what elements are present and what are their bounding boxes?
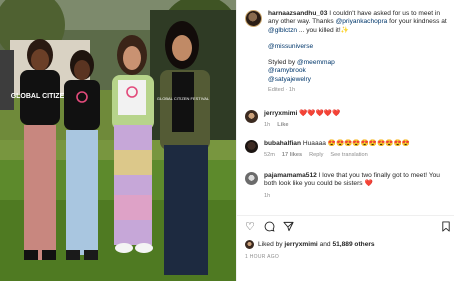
heart-outline-icon[interactable]: ♡	[245, 221, 255, 233]
likes-others-link[interactable]: 51,889 others	[332, 241, 374, 248]
comment-time: 1h	[264, 192, 271, 199]
post-caption: harnaazsandhu_03 I couldn't have asked f…	[245, 10, 451, 94]
post-photo[interactable]: GLOBAL CITIZEN GLOBAL CITIZEN FESTIVAL	[0, 0, 236, 281]
liker-username[interactable]: jerryxmimi	[284, 241, 317, 248]
comment-time: 1h	[264, 122, 271, 129]
post-photo-illustration: GLOBAL CITIZEN GLOBAL CITIZEN FESTIVAL	[0, 0, 236, 281]
divider	[237, 215, 454, 216]
mention-satyajewelry[interactable]: @satyajewelry	[268, 76, 311, 83]
mention-priyankachopra[interactable]: @priyankachopra	[336, 18, 388, 25]
mention-missuniverse[interactable]: @missuniverse	[268, 43, 313, 50]
reply-button[interactable]: Reply	[309, 151, 323, 159]
post-detail-panel: harnaazsandhu_03 I couldn't have asked f…	[236, 0, 454, 281]
tshirt-text-1: GLOBAL CITIZEN	[11, 93, 70, 100]
commenter-username[interactable]: pajamamama512	[264, 172, 317, 179]
comment-time: 52m	[264, 152, 275, 159]
caption-text: harnaazsandhu_03 I couldn't have asked f…	[268, 10, 451, 94]
comment-likes-count[interactable]: 17 likes	[282, 151, 302, 159]
post-actions-bar: ♡	[245, 221, 451, 233]
liked-by-text: Liked by jerryxmimi and 51,889 others	[258, 241, 375, 248]
bookmark-icon[interactable]	[441, 221, 451, 235]
mention-glblctzn[interactable]: @glblctzn	[268, 27, 297, 34]
liker-avatar[interactable]	[245, 240, 254, 249]
paper-plane-icon[interactable]	[283, 221, 294, 235]
comment-item: pajamamama512 I love that you two finall…	[245, 172, 451, 200]
comment-text: Huaaaa 😍😍😍😍😍😍😍😍😍😍	[302, 140, 410, 147]
comment-text: ❤️❤️❤️❤️❤️	[299, 110, 341, 117]
tshirt-text-2: GLOBAL CITIZEN FESTIVAL	[157, 96, 210, 101]
heart-emoji: ❤️	[364, 180, 373, 188]
author-username[interactable]: harnaazsandhu_03	[268, 10, 327, 17]
commenter-avatar[interactable]	[245, 140, 258, 153]
commenter-avatar[interactable]	[245, 110, 258, 123]
edited-label: Edited · 1h	[268, 87, 296, 94]
mention-meemmap[interactable]: @meemmap	[297, 59, 335, 66]
comment-like-button[interactable]: Like	[277, 121, 288, 129]
styled-by-label: Styled by	[268, 59, 297, 67]
author-avatar[interactable]	[245, 10, 262, 27]
post-timestamp[interactable]: 1 HOUR AGO	[245, 254, 279, 260]
comment-item: bubahalfian Huaaaa 😍😍😍😍😍😍😍😍😍😍 52m 17 lik…	[245, 140, 451, 160]
commenter-avatar[interactable]	[245, 172, 258, 185]
comment-icon[interactable]	[264, 221, 275, 235]
see-translation-link[interactable]: See translation	[330, 151, 367, 159]
commenter-username[interactable]: jerryxmimi	[264, 110, 297, 117]
commenter-username[interactable]: bubahalfian	[264, 140, 301, 147]
comment-item: jerryxmimi ❤️❤️❤️❤️❤️ 1h Like	[245, 110, 451, 130]
likes-summary: Liked by jerryxmimi and 51,889 others	[245, 240, 375, 249]
mention-ramybrook[interactable]: @ramybrook	[268, 67, 306, 74]
